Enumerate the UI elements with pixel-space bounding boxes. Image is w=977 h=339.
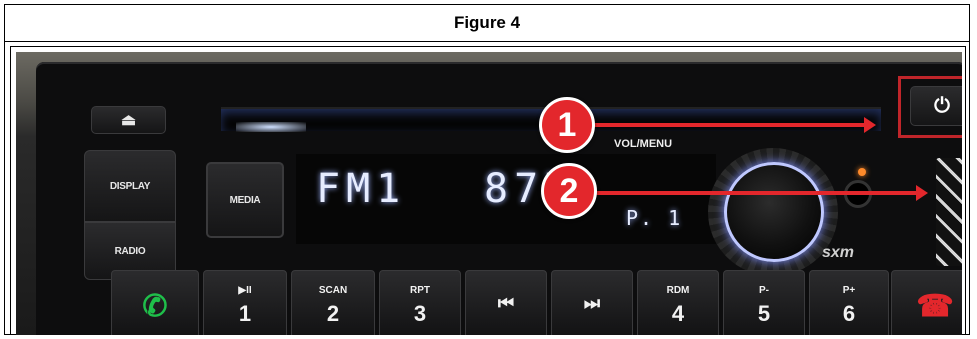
preset-5-number: 5 (757, 301, 771, 326)
callout-1-arrow (594, 117, 876, 133)
callout-2: 2 (541, 163, 597, 219)
usb-device (936, 158, 962, 266)
preset-4-number: 4 (671, 301, 685, 326)
display-button[interactable]: DISPLAY (84, 150, 176, 222)
callout-1-label: 1 (557, 105, 577, 144)
lcd-band: FM1 (316, 166, 407, 212)
lcd-preset: P. 1 (626, 206, 683, 230)
preset-button-3[interactable]: RPT 3 (379, 270, 461, 335)
preset-6-number: 6 (842, 301, 856, 326)
seek-forward-icon: ⏭ (583, 293, 601, 313)
sxm-logo: sxm (822, 244, 855, 261)
preset-1-function: ▶II (238, 285, 252, 296)
lcd-display: FM1 877 P. 1 (296, 154, 716, 244)
call-button[interactable]: ✆ (111, 270, 199, 335)
media-button-label: MEDIA (229, 194, 261, 206)
preset-button-5[interactable]: P- 5 (723, 270, 805, 335)
seek-forward-button[interactable]: ⏭ (551, 270, 633, 335)
callout-2-label: 2 (559, 171, 579, 210)
aux-led (858, 168, 866, 176)
preset-2-function: SCAN (318, 285, 348, 296)
preset-3-function: RPT (410, 285, 430, 296)
power-icon: ⏻ (934, 94, 950, 117)
end-call-button[interactable]: ☎ (891, 270, 962, 335)
media-button[interactable]: MEDIA (206, 162, 284, 238)
preset-4-function: RDM (666, 285, 690, 296)
preset-2-number: 2 (326, 301, 340, 326)
preset-button-1[interactable]: ▶II 1 (203, 270, 287, 335)
phone-end-icon: ☎ (916, 290, 954, 323)
seek-back-button[interactable]: ⏮ (465, 270, 547, 335)
eject-button[interactable]: ⏏ (91, 106, 166, 134)
callout-2-arrow (596, 185, 928, 201)
preset-6-function: P+ (842, 285, 856, 296)
display-button-label: DISPLAY (109, 180, 151, 192)
cd-glow (236, 122, 306, 132)
callout-1: 1 (539, 97, 595, 153)
eject-icon: ⏏ (120, 112, 137, 129)
preset-1-number: 1 (238, 301, 252, 326)
preset-button-2[interactable]: SCAN 2 (291, 270, 375, 335)
figure-title: Figure 4 (4, 4, 970, 42)
radio-unit: ⏏ DISPLAY RADIO MEDIA FM1 877 P. 1 VOL/M… (36, 62, 962, 335)
preset-button-6[interactable]: P+ 6 (809, 270, 889, 335)
seek-back-icon: ⏮ (497, 293, 515, 313)
preset-3-number: 3 (413, 301, 427, 326)
preset-button-4[interactable]: RDM 4 (637, 270, 719, 335)
power-button[interactable]: ⏻ (910, 86, 962, 126)
phone-call-icon: ✆ (142, 290, 168, 323)
vol-menu-label: VOL/MENU (614, 138, 673, 150)
radio-button-label: RADIO (114, 245, 146, 257)
preset-5-function: P- (759, 285, 769, 296)
radio-photo: ⏏ DISPLAY RADIO MEDIA FM1 877 P. 1 VOL/M… (16, 52, 962, 335)
volume-knob[interactable] (724, 162, 824, 262)
